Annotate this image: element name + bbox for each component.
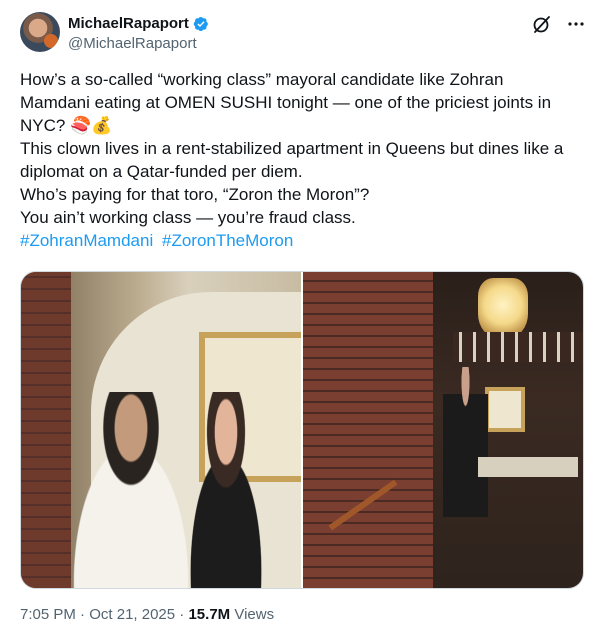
- tweet-top-actions: [532, 14, 586, 34]
- tweet-meta: 7:05 PM · Oct 21, 2025 · 15.7M Views: [20, 606, 274, 623]
- views-count[interactable]: 15.7M: [188, 606, 230, 623]
- tweet-line: Mamdani eating at OMEN SUSHI tonight — o…: [20, 93, 552, 112]
- author-display-name-row[interactable]: MichaelRapaport: [68, 14, 209, 34]
- author-display-name[interactable]: MichaelRapaport: [68, 14, 189, 34]
- tweet-line: Who’s paying for that toro, “Zoron the M…: [20, 185, 370, 204]
- hashtag-link[interactable]: #ZohranMamdani: [20, 231, 153, 250]
- tweet-line: This clown lives in a rent-stabilized ap…: [20, 139, 564, 158]
- verified-badge-icon: [193, 16, 208, 32]
- grok-icon[interactable]: [532, 14, 552, 34]
- tweet-text: How’s a so-called “working class” mayora…: [20, 68, 586, 252]
- tweet-date[interactable]: Oct 21, 2025: [89, 606, 175, 623]
- tweet-media: [20, 271, 584, 589]
- tweet-line: How’s a so-called “working class” mayora…: [20, 70, 504, 89]
- tweet-line: NYC? 🍣💰: [20, 116, 113, 135]
- views-label: Views: [234, 606, 275, 623]
- tweet-header: MichaelRapaport @MichaelRapaport: [20, 12, 586, 56]
- avatar[interactable]: [20, 12, 60, 52]
- restaurant-photo-right[interactable]: [303, 272, 583, 588]
- hashtag-row: #ZohranMamdani #ZoronTheMoron: [20, 229, 586, 252]
- author-handle[interactable]: @MichaelRapaport: [68, 34, 209, 54]
- restaurant-photo-left[interactable]: [21, 272, 301, 588]
- tweet-line: diplomat on a Qatar-funded per diem.: [20, 162, 303, 181]
- meta-separator: ·: [179, 606, 185, 623]
- more-icon[interactable]: [566, 14, 586, 34]
- tweet-time[interactable]: 7:05 PM: [20, 606, 76, 623]
- tweet-line: You ain’t working class — you’re fraud c…: [20, 208, 356, 227]
- meta-separator: ·: [80, 606, 86, 623]
- author-names: MichaelRapaport @MichaelRapaport: [68, 14, 209, 54]
- hashtag-link[interactable]: #ZoronTheMoron: [162, 231, 293, 250]
